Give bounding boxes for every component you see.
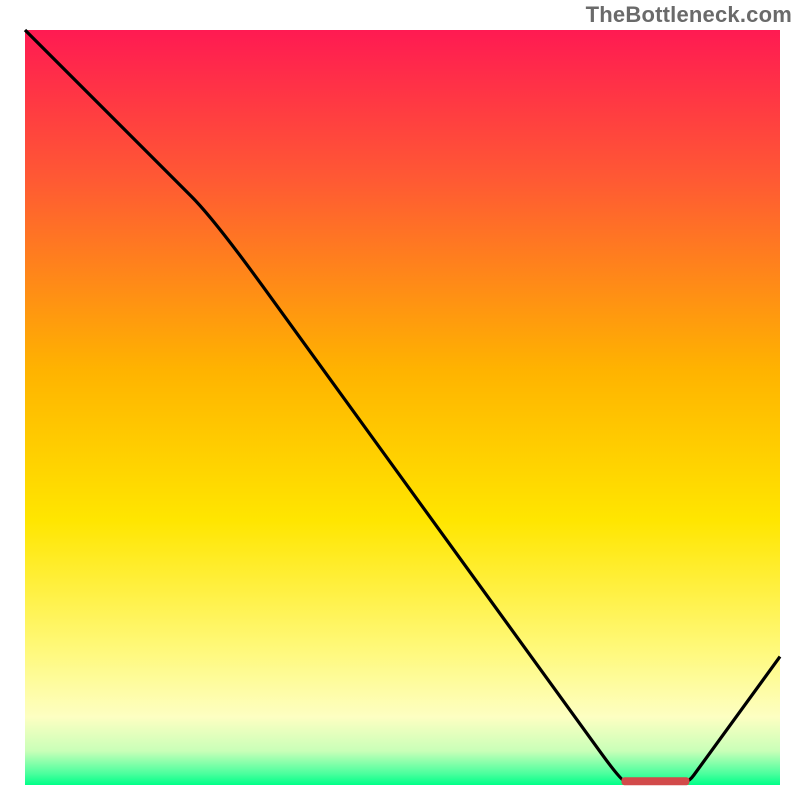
- bottleneck-chart: [0, 0, 800, 800]
- optimal-segment-marker: [622, 777, 690, 785]
- chart-stage: TheBottleneck.com: [0, 0, 800, 800]
- watermark-text: TheBottleneck.com: [586, 2, 792, 28]
